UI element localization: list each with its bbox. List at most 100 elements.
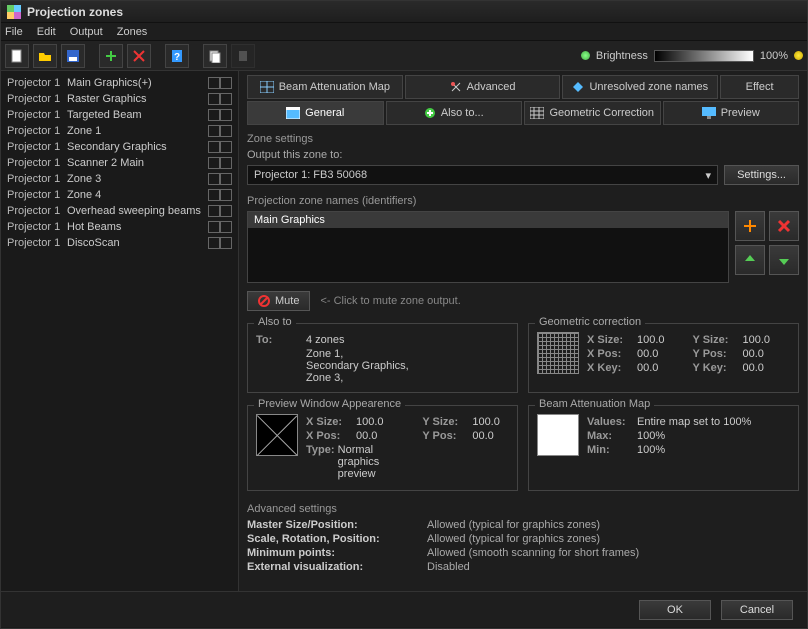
kv-v: 00.0 — [472, 430, 493, 442]
adv-v: Allowed (typical for graphics zones) — [427, 519, 600, 531]
menu-edit[interactable]: Edit — [37, 26, 56, 38]
zone-name[interactable]: Overhead sweeping beams — [67, 205, 204, 217]
kv-v: 00.0 — [637, 362, 658, 374]
grid-icon — [260, 81, 274, 93]
delete-button[interactable] — [127, 44, 151, 68]
mute-button[interactable]: Mute — [247, 291, 310, 311]
kv-v: 100.0 — [637, 334, 665, 346]
zone-row[interactable]: Projector 1Raster Graphics — [3, 91, 236, 107]
zone-flag-box[interactable] — [220, 77, 232, 89]
zone-row[interactable]: Projector 1Zone 1 — [3, 123, 236, 139]
footer: OK Cancel — [1, 591, 807, 627]
tab-advanced[interactable]: Advanced — [405, 75, 561, 99]
advanced-title: Advanced settings — [247, 503, 799, 515]
zone-flag-box[interactable] — [220, 157, 232, 169]
zone-row[interactable]: Projector 1Zone 4 — [3, 187, 236, 203]
zone-name[interactable]: Main Graphics(+) — [67, 77, 204, 89]
tab-also-to[interactable]: Also to... — [386, 101, 523, 125]
cancel-button[interactable]: Cancel — [721, 600, 793, 620]
brightness-label: Brightness — [596, 50, 648, 62]
preview-thumb — [256, 414, 298, 456]
menu-file[interactable]: File — [5, 26, 23, 38]
output-projector-select[interactable]: Projector 1: FB3 50068 ▾ — [247, 165, 718, 185]
also-to-k: To: — [256, 334, 306, 346]
tab-general[interactable]: General — [247, 101, 384, 125]
zone-name[interactable]: Zone 4 — [67, 189, 204, 201]
menu-output[interactable]: Output — [70, 26, 103, 38]
zone-flag-box[interactable] — [208, 125, 220, 137]
help-button[interactable]: ? — [165, 44, 189, 68]
settings-button[interactable]: Settings... — [724, 165, 799, 185]
zone-names-list[interactable]: Main Graphics — [247, 211, 729, 283]
add-name-button[interactable] — [735, 211, 765, 241]
tab-general-label: General — [305, 107, 344, 119]
zone-row[interactable]: Projector 1Targeted Beam — [3, 107, 236, 123]
tab-geometric[interactable]: Geometric Correction — [524, 101, 661, 125]
move-down-button[interactable] — [769, 245, 799, 275]
tools-icon — [450, 81, 462, 93]
adv-v: Allowed (smooth scanning for short frame… — [427, 547, 639, 559]
zone-flag-box[interactable] — [208, 109, 220, 121]
zone-name[interactable]: Targeted Beam — [67, 109, 204, 121]
save-button[interactable] — [61, 44, 85, 68]
tab-beam-label: Beam Attenuation Map — [279, 81, 390, 93]
kv-k: Type: — [306, 444, 338, 480]
zone-flag-box[interactable] — [208, 237, 220, 249]
zone-name[interactable]: Hot Beams — [67, 221, 204, 233]
zone-name[interactable]: DiscoScan — [67, 237, 204, 249]
zone-row[interactable]: Projector 1Overhead sweeping beams — [3, 203, 236, 219]
zone-row[interactable]: Projector 1Zone 3 — [3, 171, 236, 187]
zone-name[interactable]: Scanner 2 Main — [67, 157, 204, 169]
zone-flag-box[interactable] — [220, 237, 232, 249]
titlebar: Projection zones — [1, 1, 807, 23]
zone-flag-box[interactable] — [220, 205, 232, 217]
zone-flag-box[interactable] — [208, 157, 220, 169]
kv-k: Y Pos: — [422, 430, 472, 442]
new-button[interactable] — [5, 44, 29, 68]
zone-name[interactable]: Raster Graphics — [67, 93, 204, 105]
tab-effect[interactable]: Effect — [720, 75, 799, 99]
menu-zones[interactable]: Zones — [117, 26, 148, 38]
zone-flag-box[interactable] — [220, 189, 232, 201]
zone-flag-box[interactable] — [208, 77, 220, 89]
add-button[interactable] — [99, 44, 123, 68]
geo-legend: Geometric correction — [535, 316, 645, 328]
zone-row[interactable]: Projector 1Scanner 2 Main — [3, 155, 236, 171]
brightness-slider[interactable] — [654, 50, 754, 62]
copy-button[interactable] — [203, 44, 227, 68]
zone-row[interactable]: Projector 1Hot Beams — [3, 219, 236, 235]
zone-row[interactable]: Projector 1Main Graphics(+) — [3, 75, 236, 91]
tab-unresolved[interactable]: Unresolved zone names — [562, 75, 718, 99]
zone-flag-box[interactable] — [220, 221, 232, 233]
paste-button[interactable] — [231, 44, 255, 68]
zone-name[interactable]: Zone 3 — [67, 173, 204, 185]
move-up-button[interactable] — [735, 245, 765, 275]
zone-flag-box[interactable] — [208, 141, 220, 153]
zone-flag-box[interactable] — [220, 93, 232, 105]
adv-k: Master Size/Position: — [247, 519, 427, 531]
zone-flags — [208, 109, 232, 121]
zone-flags — [208, 93, 232, 105]
zone-name[interactable]: Secondary Graphics — [67, 141, 204, 153]
zone-flag-box[interactable] — [220, 141, 232, 153]
zone-flag-box[interactable] — [220, 125, 232, 137]
open-button[interactable] — [33, 44, 57, 68]
zone-flag-box[interactable] — [208, 189, 220, 201]
zone-flag-box[interactable] — [220, 109, 232, 121]
zone-name[interactable]: Zone 1 — [67, 125, 204, 137]
zone-flag-box[interactable] — [220, 173, 232, 185]
remove-name-button[interactable] — [769, 211, 799, 241]
zone-flag-box[interactable] — [208, 221, 220, 233]
zone-flag-box[interactable] — [208, 205, 220, 217]
zone-row[interactable]: Projector 1DiscoScan — [3, 235, 236, 251]
zone-flag-box[interactable] — [208, 173, 220, 185]
zone-name-item[interactable]: Main Graphics — [248, 212, 728, 228]
zone-flags — [208, 173, 232, 185]
ok-button[interactable]: OK — [639, 600, 711, 620]
zone-row[interactable]: Projector 1Secondary Graphics — [3, 139, 236, 155]
zone-flag-box[interactable] — [208, 93, 220, 105]
tab-preview[interactable]: Preview — [663, 101, 800, 125]
also-line: Secondary Graphics, — [306, 360, 509, 372]
also-to-v: 4 zones — [306, 334, 345, 346]
tab-beam-attenuation[interactable]: Beam Attenuation Map — [247, 75, 403, 99]
